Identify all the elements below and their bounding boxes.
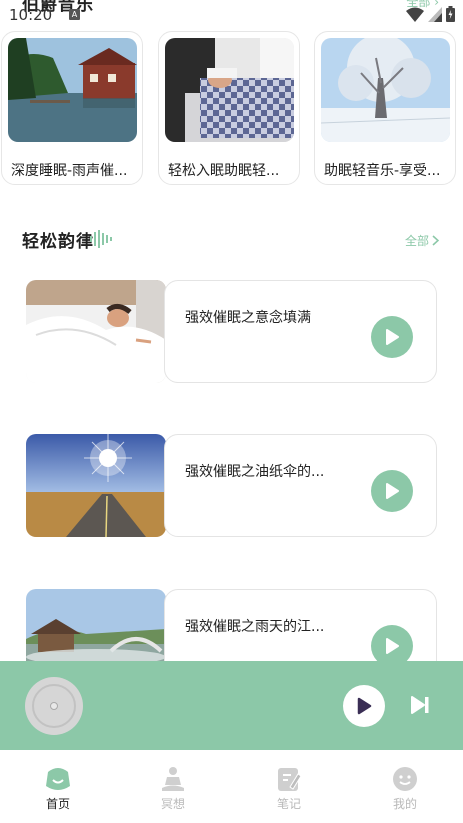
lake-house-image: [8, 38, 137, 142]
skip-next-icon[interactable]: [410, 695, 430, 715]
nav-item-home[interactable]: 首页: [28, 766, 88, 812]
cell-signal-icon: [428, 6, 442, 22]
battery-icon: [446, 6, 455, 22]
play-icon: [386, 638, 399, 654]
sound-wave-icon: [90, 230, 112, 248]
track-cover-image[interactable]: [26, 280, 166, 383]
home-icon: [46, 768, 70, 790]
player-play-button[interactable]: [343, 685, 385, 727]
top-card-3[interactable]: 助眠轻音乐-享受...: [314, 31, 456, 185]
track-title: 强效催眠之雨天的江...: [185, 619, 325, 635]
play-icon: [357, 697, 372, 715]
nav-item-profile[interactable]: 我的: [375, 766, 435, 812]
section-title: 轻松韵律: [22, 232, 94, 252]
chevron-right-icon: [432, 235, 439, 246]
track-cover-image[interactable]: [26, 434, 166, 537]
status-time: 10:20: [9, 6, 53, 24]
bottom-nav: 首页 冥想 笔记 我的: [0, 750, 463, 823]
play-icon: [386, 329, 399, 345]
track-card-1[interactable]: 强效催眠之意念填满: [164, 280, 437, 383]
nav-item-notes[interactable]: 笔记: [259, 766, 319, 812]
track-play-button[interactable]: [371, 316, 413, 358]
disc-hole: [50, 702, 58, 710]
nav-label: 我的: [392, 797, 417, 811]
mini-player: [0, 661, 463, 750]
section-more-link[interactable]: 全部: [405, 232, 439, 249]
meditation-icon: [162, 767, 184, 791]
top-card-title: 深度睡眠-雨声催...: [11, 163, 128, 179]
nav-item-meditation[interactable]: 冥想: [143, 766, 203, 812]
play-icon: [386, 483, 399, 499]
status-bar: 10:20 A: [0, 0, 463, 28]
section-more-label: 全部: [404, 234, 429, 248]
top-card-title: 轻松入眠助眠轻...: [168, 163, 280, 179]
input-method-icon: A: [69, 9, 80, 20]
wifi-icon: [406, 7, 424, 22]
status-icons: [406, 6, 455, 22]
nav-label: 笔记: [276, 797, 301, 811]
frosted-tree-image: [321, 38, 450, 142]
top-card-title: 助眠轻音乐-享受...: [324, 163, 441, 179]
sleeping-person-image: [165, 38, 294, 142]
track-card-2[interactable]: 强效催眠之油纸伞的...: [164, 434, 437, 537]
nav-label: 冥想: [160, 797, 185, 811]
top-card-2[interactable]: 轻松入眠助眠轻...: [158, 31, 300, 185]
track-title: 强效催眠之油纸伞的...: [185, 464, 325, 480]
nav-label: 首页: [45, 797, 70, 811]
track-play-button[interactable]: [371, 470, 413, 512]
notes-icon: [278, 768, 302, 791]
album-disc[interactable]: [25, 677, 83, 735]
track-title: 强效催眠之意念填满: [185, 310, 311, 326]
top-card-1[interactable]: 深度睡眠-雨声催...: [1, 31, 143, 185]
profile-face-icon: [393, 767, 417, 791]
